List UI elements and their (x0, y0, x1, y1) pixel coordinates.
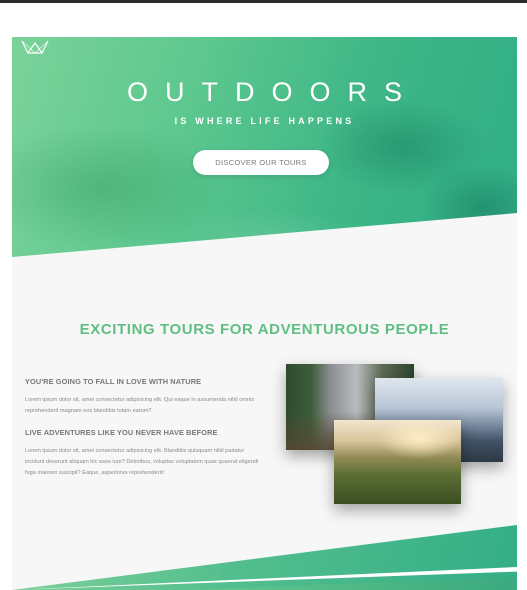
discover-tours-button[interactable]: DISCOVER OUR TOURS (193, 150, 329, 175)
about-block-title-2: LIVE ADVENTURES LIKE YOU NEVER HAVE BEFO… (25, 428, 218, 437)
about-block-text-1: Lorem ipsum dolor sit, amet consectetur … (25, 397, 255, 414)
hero-title: OUTDOORS (126, 77, 419, 107)
hero-subtitle: IS WHERE LIFE HAPPENS (174, 116, 355, 126)
section-title: EXCITING TOURS FOR ADVENTUROUS PEOPLE (79, 321, 450, 338)
hero-background-image (12, 37, 517, 257)
hero-section: OUTDOORS IS WHERE LIFE HAPPENS DISCOVER … (12, 37, 517, 257)
page-frame: OUTDOORS IS WHERE LIFE HAPPENS DISCOVER … (12, 37, 517, 590)
about-block-text-2: Lorem ipsum dolor sit, amet consectetur … (25, 448, 259, 476)
about-block-title-1: YOU'RE GOING TO FALL IN LOVE WITH NATURE (25, 377, 202, 386)
top-bar (0, 0, 527, 3)
sunset-ridge-photo[interactable] (334, 420, 461, 504)
crown-logo-icon[interactable] (21, 39, 49, 55)
